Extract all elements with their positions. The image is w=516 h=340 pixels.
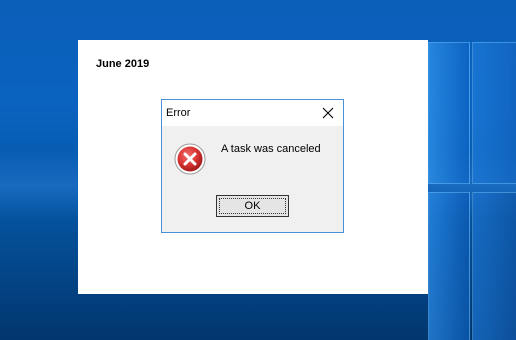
logo-pane-bottom-left <box>428 192 470 340</box>
error-dialog: Error A task was canceled OK <box>161 99 344 233</box>
logo-pane-bottom-right <box>472 192 516 340</box>
error-icon <box>174 143 206 175</box>
windows-logo-icon <box>428 42 516 340</box>
close-button[interactable] <box>313 100 343 126</box>
date-label: June 2019 <box>96 58 150 70</box>
logo-pane-top-left <box>428 42 470 184</box>
logo-pane-top-right <box>472 42 516 184</box>
dialog-titlebar[interactable]: Error <box>162 100 343 126</box>
error-message: A task was canceled <box>221 143 321 155</box>
dialog-title: Error <box>166 107 191 119</box>
ok-button[interactable]: OK <box>216 195 289 217</box>
ok-button-label: OK <box>244 200 261 212</box>
close-icon <box>322 107 334 119</box>
